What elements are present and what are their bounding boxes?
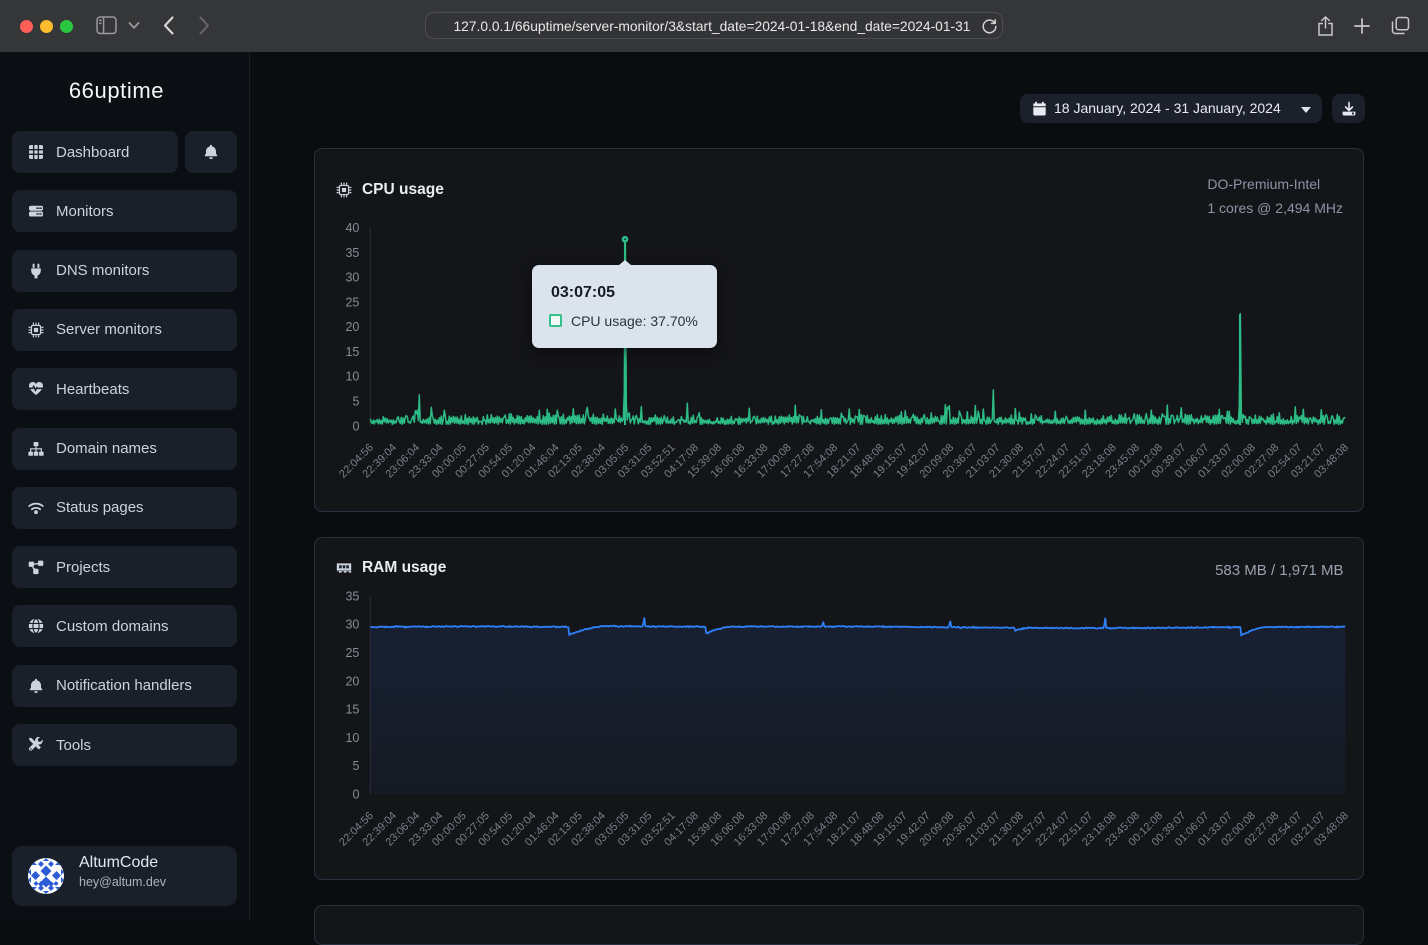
svg-text:20: 20 <box>345 320 359 334</box>
svg-text:15: 15 <box>345 345 359 359</box>
svg-text:40: 40 <box>345 221 359 235</box>
svg-text:20: 20 <box>345 675 359 689</box>
svg-text:35: 35 <box>345 246 359 260</box>
svg-text:15: 15 <box>345 703 359 717</box>
svg-text:35: 35 <box>345 590 359 604</box>
svg-text:10: 10 <box>345 370 359 384</box>
svg-text:0: 0 <box>352 419 359 433</box>
svg-text:30: 30 <box>345 618 359 632</box>
svg-text:10: 10 <box>345 731 359 745</box>
svg-text:30: 30 <box>345 271 359 285</box>
svg-text:25: 25 <box>345 296 359 310</box>
svg-text:5: 5 <box>352 759 359 773</box>
svg-text:0: 0 <box>352 788 359 802</box>
svg-text:25: 25 <box>345 646 359 660</box>
svg-text:5: 5 <box>352 395 359 409</box>
